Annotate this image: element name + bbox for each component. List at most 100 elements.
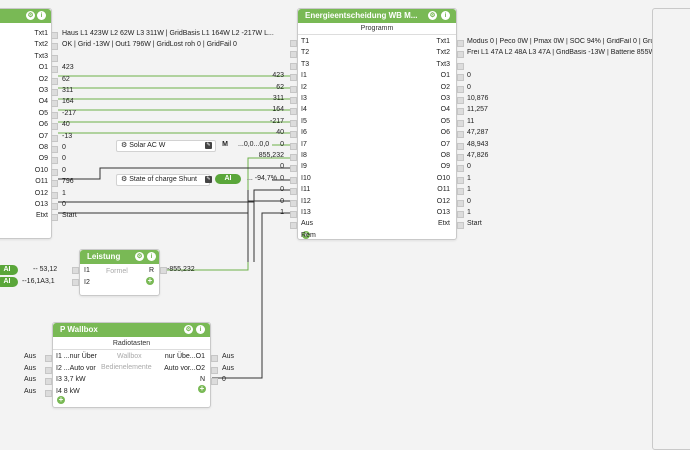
output-connector[interactable] — [457, 165, 464, 173]
output-connector[interactable] — [211, 366, 218, 374]
output-connector[interactable] — [51, 214, 58, 222]
input-connector[interactable] — [290, 74, 297, 82]
input-connector[interactable] — [290, 188, 297, 196]
output-connector[interactable] — [160, 267, 167, 274]
input-connector[interactable] — [72, 267, 79, 274]
port-i1[interactable]: I1 — [84, 267, 90, 274]
output-connector[interactable] — [211, 355, 218, 362]
input-connector[interactable] — [290, 62, 297, 70]
output-connector[interactable] — [51, 203, 58, 210]
state-of-charge-block[interactable]: ⚙ State of charge Shunt — [116, 174, 210, 186]
output-connector[interactable] — [457, 222, 464, 230]
input-connector[interactable] — [290, 222, 297, 230]
output-connector[interactable] — [51, 168, 58, 176]
output-connector[interactable] — [51, 111, 58, 119]
input-connector[interactable] — [290, 154, 297, 161]
input-connector[interactable] — [290, 165, 297, 173]
edit-icon[interactable]: ✎ — [205, 142, 212, 149]
info-icon[interactable]: i — [147, 252, 156, 261]
port-r[interactable]: R — [144, 267, 154, 274]
input-connector[interactable] — [290, 119, 297, 127]
port-i2[interactable]: I2 — [84, 279, 90, 286]
output-connector[interactable] — [51, 123, 58, 131]
input-value: 423 — [272, 72, 284, 80]
input-port[interactable]: I3 3,7 kW — [56, 376, 86, 383]
output-port[interactable]: nur Übe...O1 — [140, 353, 205, 360]
leistung-block[interactable]: Leistung ⚙ i I1 I2 Formel R + — [79, 249, 160, 296]
output-connector[interactable] — [51, 191, 58, 199]
output-port-label: O1 — [440, 72, 450, 80]
output-value: Start — [467, 220, 482, 228]
output-connector[interactable] — [457, 142, 464, 150]
input-connector[interactable] — [290, 51, 297, 59]
output-connector[interactable] — [51, 157, 58, 165]
input-connector[interactable] — [45, 355, 52, 362]
output-connector[interactable] — [457, 40, 464, 47]
output-connector[interactable] — [51, 89, 58, 96]
input-connector[interactable] — [45, 366, 52, 374]
output-port-label: O7 — [440, 140, 450, 148]
add-port-icon[interactable]: + — [198, 385, 206, 393]
input-port[interactable]: I2 ...Auto vor — [56, 365, 96, 372]
input-connector[interactable] — [290, 211, 297, 218]
input-connector[interactable] — [290, 97, 297, 104]
output-connector[interactable] — [457, 176, 464, 184]
output-connector[interactable] — [51, 43, 58, 51]
output-label: Aus — [222, 364, 235, 372]
output-connector[interactable] — [51, 32, 58, 39]
output-connector[interactable] — [457, 62, 464, 70]
output-connector[interactable] — [457, 211, 464, 218]
output-connector[interactable] — [457, 97, 464, 104]
input-connector[interactable] — [290, 131, 297, 139]
input-connector[interactable] — [290, 85, 297, 93]
output-port-label: O2 — [440, 83, 450, 91]
input-port[interactable]: I4 8 kW — [56, 388, 80, 395]
output-connector[interactable] — [457, 51, 464, 59]
output-port[interactable]: N — [140, 376, 205, 383]
output-connector[interactable] — [457, 108, 464, 116]
input-connector[interactable] — [290, 40, 297, 47]
input-port-label: Aus — [301, 220, 314, 228]
input-connector[interactable] — [290, 176, 297, 184]
input-connector[interactable] — [45, 378, 52, 385]
output-value: 0 — [62, 155, 66, 163]
output-connector[interactable] — [457, 131, 464, 139]
info-icon[interactable]: i — [196, 325, 205, 334]
output-connector[interactable] — [51, 54, 58, 62]
output-connector[interactable] — [457, 154, 464, 161]
info-icon[interactable]: i — [37, 11, 46, 20]
output-connector[interactable] — [457, 85, 464, 93]
analog-input-pill[interactable]: AI — [0, 265, 18, 275]
solar-ac-block[interactable]: ⚙ Solar AC W — [116, 140, 216, 152]
settings-icon[interactable]: ⚙ — [184, 325, 193, 334]
edit-icon[interactable]: ✎ — [205, 176, 212, 183]
output-connector[interactable] — [51, 134, 58, 142]
output-connector[interactable] — [457, 188, 464, 196]
output-connector[interactable] — [457, 74, 464, 82]
input-connector[interactable] — [72, 279, 79, 286]
output-connector[interactable] — [51, 180, 58, 188]
input-connector[interactable] — [290, 108, 297, 116]
output-port[interactable]: Auto vor...O2 — [140, 365, 205, 372]
add-port-icon[interactable]: + — [146, 277, 154, 285]
output-port-label: Txt1 — [436, 38, 450, 45]
output-connector[interactable] — [457, 119, 464, 127]
info-icon[interactable]: i — [441, 11, 450, 20]
output-connector[interactable] — [457, 199, 464, 207]
analog-input-pill[interactable]: AI — [215, 174, 241, 184]
output-connector[interactable] — [51, 66, 58, 74]
settings-icon[interactable]: ⚙ — [135, 252, 144, 261]
analog-input-pill[interactable]: AI — [0, 277, 18, 287]
input-port[interactable]: I1 ...nur Über — [56, 353, 97, 360]
output-connector[interactable] — [211, 378, 218, 385]
input-connector[interactable] — [45, 389, 52, 397]
output-port-label: O13 — [34, 201, 48, 208]
output-connector[interactable] — [51, 77, 58, 85]
settings-icon[interactable]: ⚙ — [428, 11, 437, 20]
input-connector[interactable] — [290, 199, 297, 207]
output-connector[interactable] — [51, 100, 58, 108]
settings-icon[interactable]: ⚙ — [26, 11, 35, 20]
input-connector[interactable] — [290, 142, 297, 150]
add-port-icon[interactable]: + — [57, 396, 65, 404]
output-connector[interactable] — [51, 146, 58, 153]
